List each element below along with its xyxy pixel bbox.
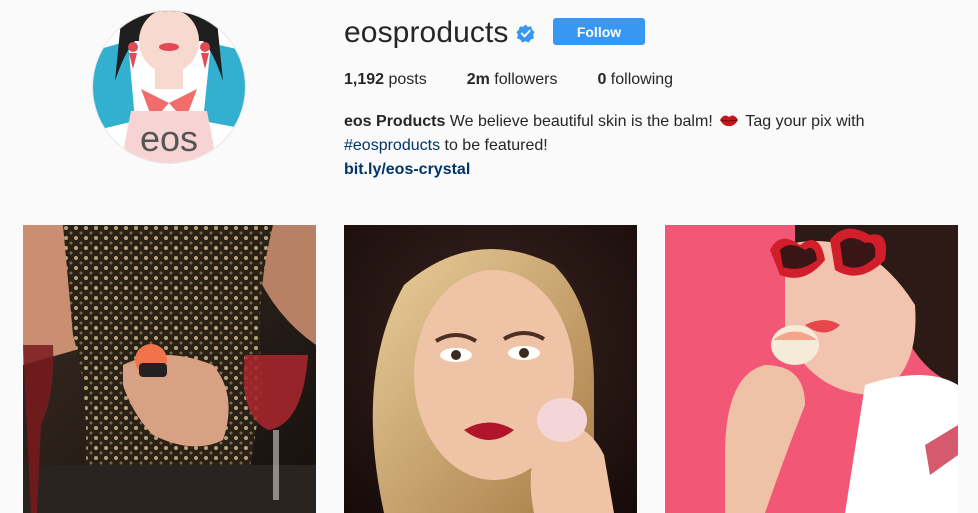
- profile-bio: eos Products We believe beautiful skin i…: [344, 110, 964, 182]
- post-red-heart-sunglasses-lip-balm[interactable]: [665, 225, 958, 513]
- posts-count-label: posts: [384, 71, 427, 88]
- post-image: [665, 225, 958, 513]
- verified-badge-icon: [516, 23, 535, 43]
- following-count-value: 0: [597, 71, 607, 88]
- username-row: eosproducts: [344, 13, 535, 53]
- profile-avatar[interactable]: eos: [93, 11, 245, 163]
- bio-external-link[interactable]: bit.ly/eos-crystal: [344, 158, 964, 182]
- post-image: [344, 225, 637, 513]
- username: eosproducts: [344, 16, 509, 49]
- following-count-label: following: [606, 71, 674, 88]
- posts-count-value: 1,192: [344, 71, 385, 88]
- followers-count-value: 2m: [466, 71, 490, 88]
- bio-text-part3: to be featured!: [440, 137, 548, 154]
- profile-stats: 1,192 posts 2m followers 0 following: [344, 70, 713, 90]
- bio-text-part2: Tag your pix with: [741, 113, 865, 130]
- avatar-logo-text: eos: [140, 118, 198, 159]
- bio-full-name: eos Products: [344, 113, 446, 130]
- posts-count: 1,192 posts: [344, 70, 427, 90]
- lips-emoji-icon: [719, 111, 739, 127]
- following-count[interactable]: 0 following: [597, 70, 673, 90]
- followers-count[interactable]: 2m followers: [467, 70, 558, 90]
- bio-text-part1: We believe beautiful skin is the balm!: [445, 113, 718, 130]
- post-image: [23, 225, 316, 513]
- followers-count-label: followers: [489, 71, 558, 88]
- post-blonde-model-lip-balm[interactable]: [344, 225, 637, 513]
- follow-button[interactable]: Follow: [553, 18, 645, 45]
- bio-hashtag-link[interactable]: #eosproducts: [344, 137, 440, 154]
- post-sequin-dress-lip-balm[interactable]: [23, 225, 316, 513]
